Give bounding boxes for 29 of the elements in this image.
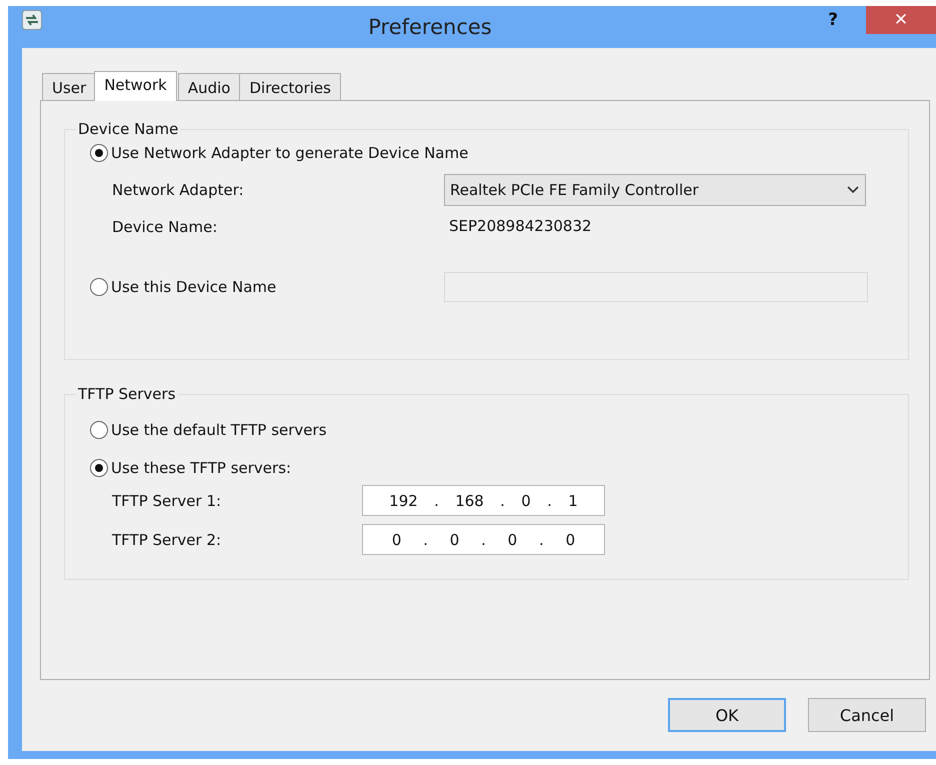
field-label: TFTP Server 1: (112, 492, 222, 510)
tab[interactable]: Network (94, 71, 177, 101)
radio-label: Use the default TFTP servers (111, 421, 327, 439)
window-title: Preferences (367, 15, 493, 39)
group-title: TFTP Servers (77, 385, 177, 403)
radio-label: Use this Device Name (111, 278, 276, 296)
help-button[interactable]: ? (818, 10, 848, 30)
cancel-button[interactable]: Cancel (808, 698, 926, 732)
radio-button[interactable] (90, 144, 108, 162)
field-label: TFTP Server 2: (112, 530, 222, 548)
field-label: Network Adapter: (112, 181, 245, 199)
ip-address-field[interactable]: 0 . 0 . 0 . 0 (362, 524, 605, 555)
tab[interactable]: Audio (178, 73, 240, 100)
radio-button[interactable] (90, 278, 108, 296)
group-title: Device Name (77, 120, 180, 138)
ok-button[interactable]: OK (668, 698, 786, 732)
radio-label: Use Network Adapter to generate Device Name (111, 144, 468, 162)
dropdown-icon (847, 186, 859, 194)
tab[interactable]: Directories (239, 73, 341, 100)
radio-button[interactable] (90, 421, 108, 439)
ip-address-field[interactable]: 192 . 168 . 0 . 1 (362, 485, 605, 516)
radio-button[interactable] (90, 459, 108, 477)
device-name-value: SEP208984230832 (448, 217, 593, 235)
adapter-dropdown[interactable]: Realtek PCIe FE Family Controller (444, 174, 866, 206)
field-label: Device Name: (112, 218, 218, 236)
app-icon (22, 10, 42, 30)
radio-label: Use these TFTP servers: (111, 459, 292, 477)
tab[interactable]: User (42, 73, 96, 100)
close-button[interactable]: ✕ (866, 6, 936, 34)
